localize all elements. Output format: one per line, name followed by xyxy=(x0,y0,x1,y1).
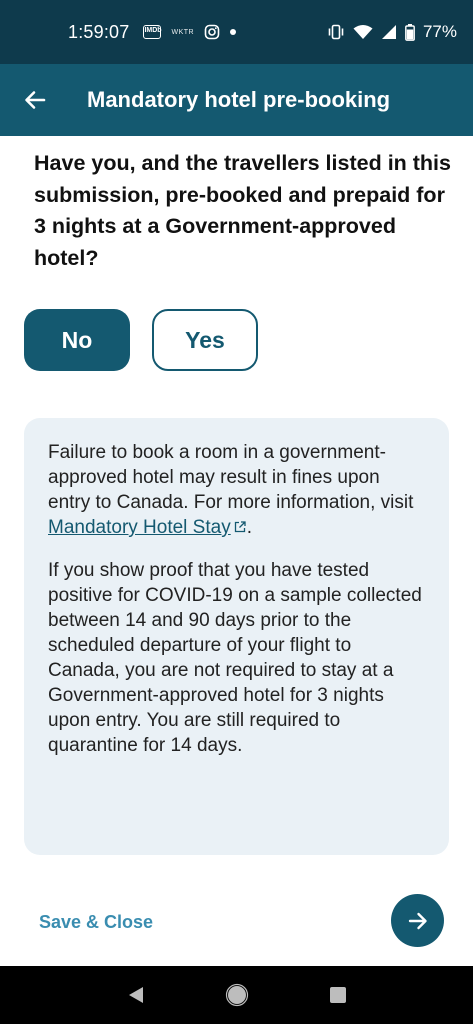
question-text: Have you, and the travellers listed in t… xyxy=(34,151,451,270)
nav-back-icon[interactable] xyxy=(126,985,146,1005)
arrow-right-icon xyxy=(408,912,427,929)
back-button[interactable] xyxy=(0,64,70,136)
no-button[interactable]: No xyxy=(24,309,130,371)
info-paragraph-fines: Failure to book a room in a government-a… xyxy=(48,440,425,540)
more-notifications-dot-icon xyxy=(230,29,237,35)
yes-button[interactable]: Yes xyxy=(152,309,258,371)
nav-recents-icon[interactable] xyxy=(329,986,347,1004)
mandatory-hotel-stay-link-label: Mandatory Hotel Stay xyxy=(48,517,231,538)
system-nav-bar xyxy=(0,966,473,1024)
arrow-left-icon xyxy=(25,91,46,109)
instagram-icon xyxy=(204,24,220,40)
notification-icons: IMDb WKTR xyxy=(143,24,237,40)
save-close-link[interactable]: Save & Close xyxy=(39,912,153,933)
info-box: Failure to book a room in a government-a… xyxy=(24,418,449,855)
info-paragraph-fines-text: Failure to book a room in a government-a… xyxy=(48,442,414,513)
info-paragraph-fines-end: . xyxy=(246,517,252,538)
next-button[interactable] xyxy=(391,894,444,947)
signal-icon xyxy=(381,25,396,39)
vibrate-icon xyxy=(328,24,344,40)
battery-percent: 77% xyxy=(422,22,457,41)
page-title: Mandatory hotel pre-booking xyxy=(87,87,391,112)
status-time: 1:59:07 xyxy=(68,21,130,42)
mandatory-hotel-stay-link[interactable]: Mandatory Hotel Stay xyxy=(48,517,247,538)
news-app-icon: WKTR xyxy=(171,28,195,36)
battery-icon xyxy=(405,23,415,41)
app-bar: Mandatory hotel pre-booking xyxy=(0,64,473,136)
status-bar: 1:59:07 IMDb WKTR 77% xyxy=(0,0,473,64)
external-link-icon xyxy=(234,521,246,533)
wifi-icon xyxy=(353,25,373,39)
info-paragraph-covid-exemption: If you show proof that you have tested p… xyxy=(48,560,422,756)
nav-home-icon[interactable] xyxy=(225,983,249,1007)
imdb-icon: IMDb xyxy=(143,25,162,39)
system-icons: 77% xyxy=(327,22,457,42)
